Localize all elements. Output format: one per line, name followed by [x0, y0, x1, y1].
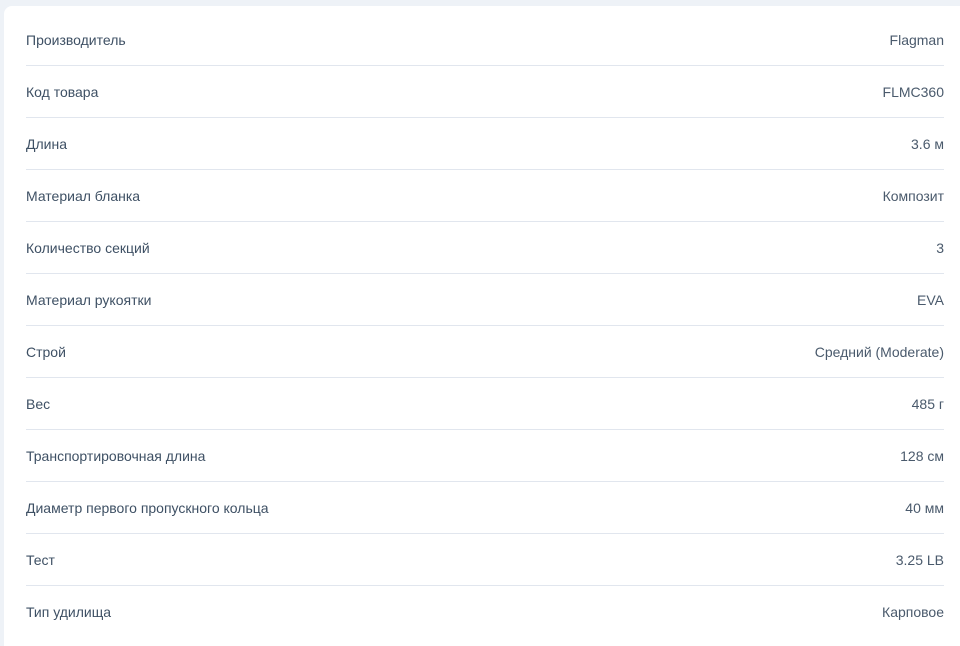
spec-label: Вес: [26, 395, 51, 412]
spec-value: EVA: [917, 291, 944, 308]
spec-row-blank-material: Материал бланка Композит: [26, 170, 944, 222]
spec-row-handle-material: Материал рукоятки EVA: [26, 274, 944, 326]
spec-row-weight: Вес 485 г: [26, 378, 944, 430]
spec-label: Материал бланка: [26, 187, 141, 204]
specs-list: Производитель Flagman Код товара FLMC360…: [26, 14, 944, 638]
spec-label: Тест: [26, 551, 55, 568]
spec-label: Диаметр первого пропускного кольца: [26, 499, 269, 516]
spec-row-transport-length: Транспортировочная длина 128 см: [26, 430, 944, 482]
spec-row-first-guide-diameter: Диаметр первого пропускного кольца 40 мм: [26, 482, 944, 534]
spec-value: Композит: [882, 187, 944, 204]
spec-value: 3: [936, 239, 944, 256]
spec-value: Карповое: [882, 604, 944, 620]
spec-row-action: Строй Средний (Moderate): [26, 326, 944, 378]
spec-label: Материал рукоятки: [26, 291, 152, 308]
spec-value: FLMC360: [882, 83, 944, 100]
spec-label: Транспортировочная длина: [26, 447, 206, 464]
specs-card: Производитель Flagman Код товара FLMC360…: [4, 6, 960, 646]
spec-label: Длина: [26, 135, 67, 152]
spec-value: 128 см: [900, 447, 944, 464]
spec-value: Flagman: [889, 31, 944, 48]
spec-value: Средний (Moderate): [814, 343, 944, 360]
spec-value: 3.6 м: [911, 135, 944, 152]
spec-label: Тип удилища: [26, 604, 112, 620]
spec-value: 485 г: [911, 395, 944, 412]
spec-value: 40 мм: [905, 499, 944, 516]
spec-value: 3.25 LB: [895, 551, 944, 568]
spec-row-product-code: Код товара FLMC360: [26, 66, 944, 118]
spec-row-sections: Количество секций 3: [26, 222, 944, 274]
spec-row-test: Тест 3.25 LB: [26, 534, 944, 586]
spec-label: Строй: [26, 343, 66, 360]
spec-row-length: Длина 3.6 м: [26, 118, 944, 170]
spec-label: Код товара: [26, 83, 99, 100]
spec-row-manufacturer: Производитель Flagman: [26, 14, 944, 66]
spec-label: Количество секций: [26, 239, 150, 256]
spec-label: Производитель: [26, 31, 126, 48]
spec-row-rod-type: Тип удилища Карповое: [26, 586, 944, 638]
